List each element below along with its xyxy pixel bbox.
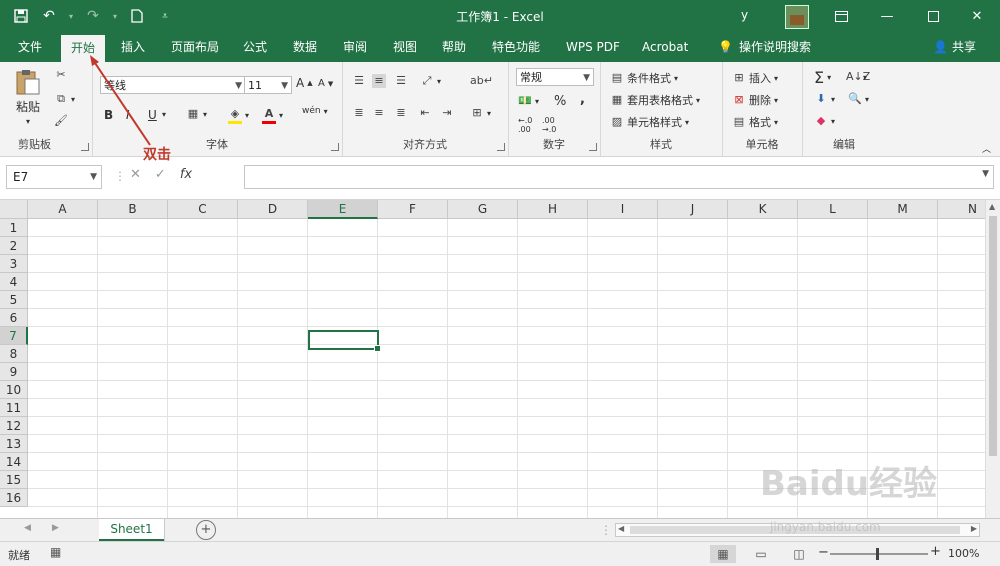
scroll-left-icon[interactable]: ◀: [618, 524, 624, 533]
scroll-right-icon[interactable]: ▶: [971, 524, 977, 533]
page-layout-view-icon[interactable]: ▭: [748, 545, 774, 563]
prev-sheet-icon[interactable]: ◀: [24, 523, 31, 533]
sheet-tab-sheet1[interactable]: Sheet1: [99, 519, 164, 541]
normal-view-icon[interactable]: ▦: [710, 545, 736, 563]
watermark-url: jingyan.baidu.com: [770, 520, 881, 534]
macro-record-icon[interactable]: ▦: [50, 545, 61, 559]
status-bar: 就绪 ▦ ▦ ▭ ◫ − + 100%: [0, 541, 1000, 566]
tab-split-icon[interactable]: ⋮: [600, 523, 612, 537]
zoom-slider[interactable]: [830, 548, 928, 560]
zoom-in-icon[interactable]: +: [930, 544, 941, 559]
zoom-level[interactable]: 100%: [948, 547, 979, 560]
status-ready: 就绪: [8, 549, 30, 562]
zoom-slider-thumb[interactable]: [876, 548, 879, 560]
next-sheet-icon[interactable]: ▶: [52, 523, 59, 533]
add-sheet-icon[interactable]: +: [196, 520, 216, 540]
annotation-label: 双击: [143, 147, 171, 163]
page-break-view-icon[interactable]: ◫: [786, 545, 812, 563]
watermark: Baidu经验: [760, 464, 938, 504]
zoom-out-icon[interactable]: −: [818, 545, 829, 560]
